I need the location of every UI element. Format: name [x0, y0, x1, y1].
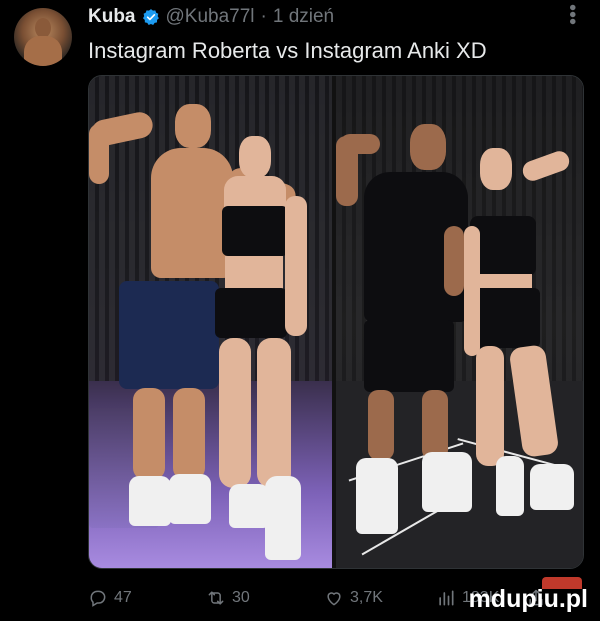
verified-badge-icon [142, 9, 159, 25]
woman-midriff [225, 256, 283, 292]
woman-arm-side [464, 226, 480, 356]
man-leg-right [173, 388, 205, 480]
man-leg-left [133, 388, 165, 480]
avatar-torso [24, 36, 62, 66]
retweet-count: 30 [232, 589, 250, 606]
woman-shorts [215, 288, 287, 338]
reply-count: 47 [114, 589, 132, 606]
more-icon[interactable]: ••• [561, 4, 583, 25]
author-avatar[interactable] [14, 8, 72, 66]
reply-icon [90, 590, 106, 607]
man-leg-right [422, 390, 448, 460]
man-shorts [364, 320, 454, 392]
man-shorts [119, 281, 219, 389]
man-torso [151, 148, 233, 278]
man-shoe-left [356, 458, 398, 534]
avatar-head [35, 18, 51, 38]
woman-leg-left [476, 346, 504, 466]
tweet-time[interactable]: 1 dzień [273, 6, 334, 28]
separator-dot: · [260, 6, 267, 27]
like-icon [327, 592, 341, 606]
man-forearm [89, 124, 109, 184]
retweet-button[interactable]: 30 [206, 588, 324, 608]
man-head [410, 124, 446, 170]
like-count: 3,7K [350, 589, 383, 606]
woman-top [222, 206, 288, 256]
woman-head [480, 148, 512, 190]
man-shoe-right [169, 474, 211, 524]
woman-shoe-left [229, 484, 269, 528]
woman-head [239, 136, 271, 178]
like-button[interactable]: 3,7K [324, 588, 436, 608]
woman-leg-right [257, 338, 291, 488]
woman-shoe-right [530, 464, 574, 510]
retweet-icon [208, 591, 224, 605]
man-shoe-right [422, 452, 472, 512]
man-head [175, 104, 211, 148]
author-name[interactable]: Kuba [88, 6, 136, 28]
man-leg-left [368, 390, 394, 460]
photo-right[interactable] [336, 76, 583, 568]
author-handle[interactable]: @Kuba77l [166, 6, 255, 28]
reply-button[interactable]: 47 [88, 588, 206, 608]
man-arm-side [444, 226, 464, 296]
watermark: mdupiu.pl [468, 585, 588, 613]
woman-leg-left [219, 338, 251, 488]
woman-shoe-right [265, 476, 301, 560]
woman-shoe-left [496, 456, 524, 516]
tweet-media[interactable] [88, 75, 584, 569]
views-icon [439, 590, 454, 606]
photo-left[interactable] [89, 76, 332, 568]
tweet-header: Kuba @Kuba77l · 1 dzień [88, 6, 334, 28]
man-shoe-left [129, 476, 171, 526]
woman-arm [285, 196, 307, 336]
man-fist [340, 134, 380, 154]
tweet-text: Instagram Roberta vs Instagram Anki XD [88, 38, 487, 63]
